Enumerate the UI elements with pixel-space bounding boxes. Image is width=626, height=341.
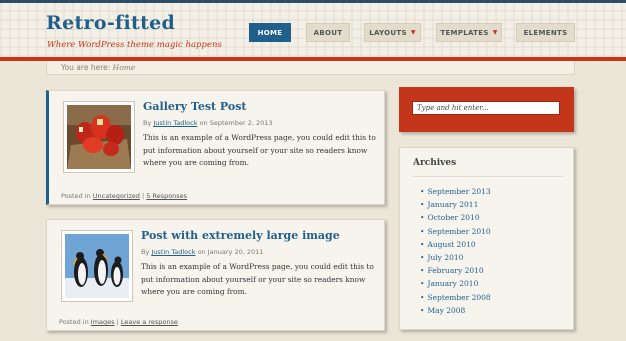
penguins-image — [65, 234, 129, 298]
nav-layouts-label: LAYOUTS — [369, 28, 407, 37]
archive-link[interactable]: May 2008 — [420, 304, 491, 317]
post-date-prefix: on — [199, 119, 208, 127]
post-by: By — [143, 119, 152, 127]
post-date-prefix: on — [197, 248, 206, 256]
archives-list: September 2013 January 2011 October 2010… — [420, 185, 491, 317]
post-footer: Posted in Images | Leave a response — [59, 318, 178, 326]
archive-link[interactable]: September 2008 — [420, 291, 490, 304]
post-comments-link[interactable]: Leave a response — [121, 318, 178, 326]
site-tagline: Where WordPress theme magic happens — [47, 40, 222, 50]
post-excerpt: This is an example of a WordPress page, … — [141, 262, 374, 296]
post-card: Post with extremely large image By Justi… — [46, 219, 385, 331]
post-excerpt: This is an example of a WordPress page, … — [143, 133, 376, 167]
archive-link[interactable]: September 2013 — [420, 185, 490, 198]
archive-link[interactable]: August 2010 — [420, 238, 491, 251]
post-thumbnail[interactable] — [63, 101, 135, 173]
post-meta: By Justin Tadlock on September 2, 2013 — [143, 119, 273, 127]
nav-about[interactable]: ABOUT — [306, 23, 350, 42]
post-footer-prefix: Posted in — [61, 192, 91, 200]
post-footer: Posted in Uncategorized | 5 Responses — [61, 192, 187, 200]
nav-elements-label: ELEMENTS — [523, 28, 568, 37]
post-author-link[interactable]: Justin Tadlock — [153, 119, 197, 127]
nav-templates[interactable]: TEMPLATES ▼ — [436, 23, 502, 42]
post-date: January 20, 2011 — [207, 248, 264, 256]
post-category-link[interactable]: Uncategorized — [93, 192, 140, 200]
archives-widget: Archives September 2013 January 2011 Oct… — [399, 147, 574, 330]
post-footer-prefix: Posted in — [59, 318, 89, 326]
archive-link[interactable]: January 2010 — [420, 277, 491, 290]
search-widget — [399, 87, 574, 132]
post-card: Gallery Test Post By Justin Tadlock on S… — [46, 90, 385, 205]
breadcrumb: You are here: Home — [46, 61, 575, 75]
post-thumbnail[interactable] — [61, 230, 133, 302]
post-date: September 2, 2013 — [209, 119, 273, 127]
post-meta: By Justin Tadlock on January 20, 2011 — [141, 248, 263, 256]
nav-layouts[interactable]: LAYOUTS ▼ — [364, 23, 421, 42]
post-author-link[interactable]: Justin Tadlock — [151, 248, 195, 256]
archive-link[interactable]: September 2010 — [420, 225, 490, 238]
chevron-down-icon: ▼ — [410, 29, 416, 36]
post-comments-link[interactable]: 5 Responses — [146, 192, 187, 200]
post-footer-separator: | — [141, 192, 145, 200]
breadcrumb-prefix: You are here: — [61, 63, 111, 72]
archive-link[interactable]: July 2010 — [420, 251, 491, 264]
archive-link[interactable]: February 2010 — [420, 264, 491, 277]
chevron-down-icon: ▼ — [492, 29, 498, 36]
archives-title: Archives — [413, 158, 457, 168]
breadcrumb-current: Home — [112, 63, 136, 72]
archives-divider — [413, 176, 563, 177]
nav-elements[interactable]: ELEMENTS — [516, 23, 575, 42]
nav-home-label: HOME — [257, 28, 283, 37]
search-input[interactable] — [412, 101, 560, 115]
post-title[interactable]: Gallery Test Post — [143, 100, 247, 113]
site-header: Retro-fitted Where WordPress theme magic… — [0, 3, 626, 57]
post-by: By — [141, 248, 150, 256]
nav-about-label: ABOUT — [313, 28, 343, 37]
site-title[interactable]: Retro-fitted — [46, 12, 175, 34]
post-footer-separator: | — [116, 318, 119, 326]
nav-templates-label: TEMPLATES — [440, 28, 489, 37]
gift-bags-image — [67, 105, 131, 169]
post-title[interactable]: Post with extremely large image — [141, 229, 340, 242]
archive-link[interactable]: January 2011 — [420, 198, 491, 211]
nav-home[interactable]: HOME — [249, 23, 291, 42]
archive-link[interactable]: October 2010 — [420, 211, 491, 224]
post-category-link[interactable]: Images — [91, 318, 115, 326]
